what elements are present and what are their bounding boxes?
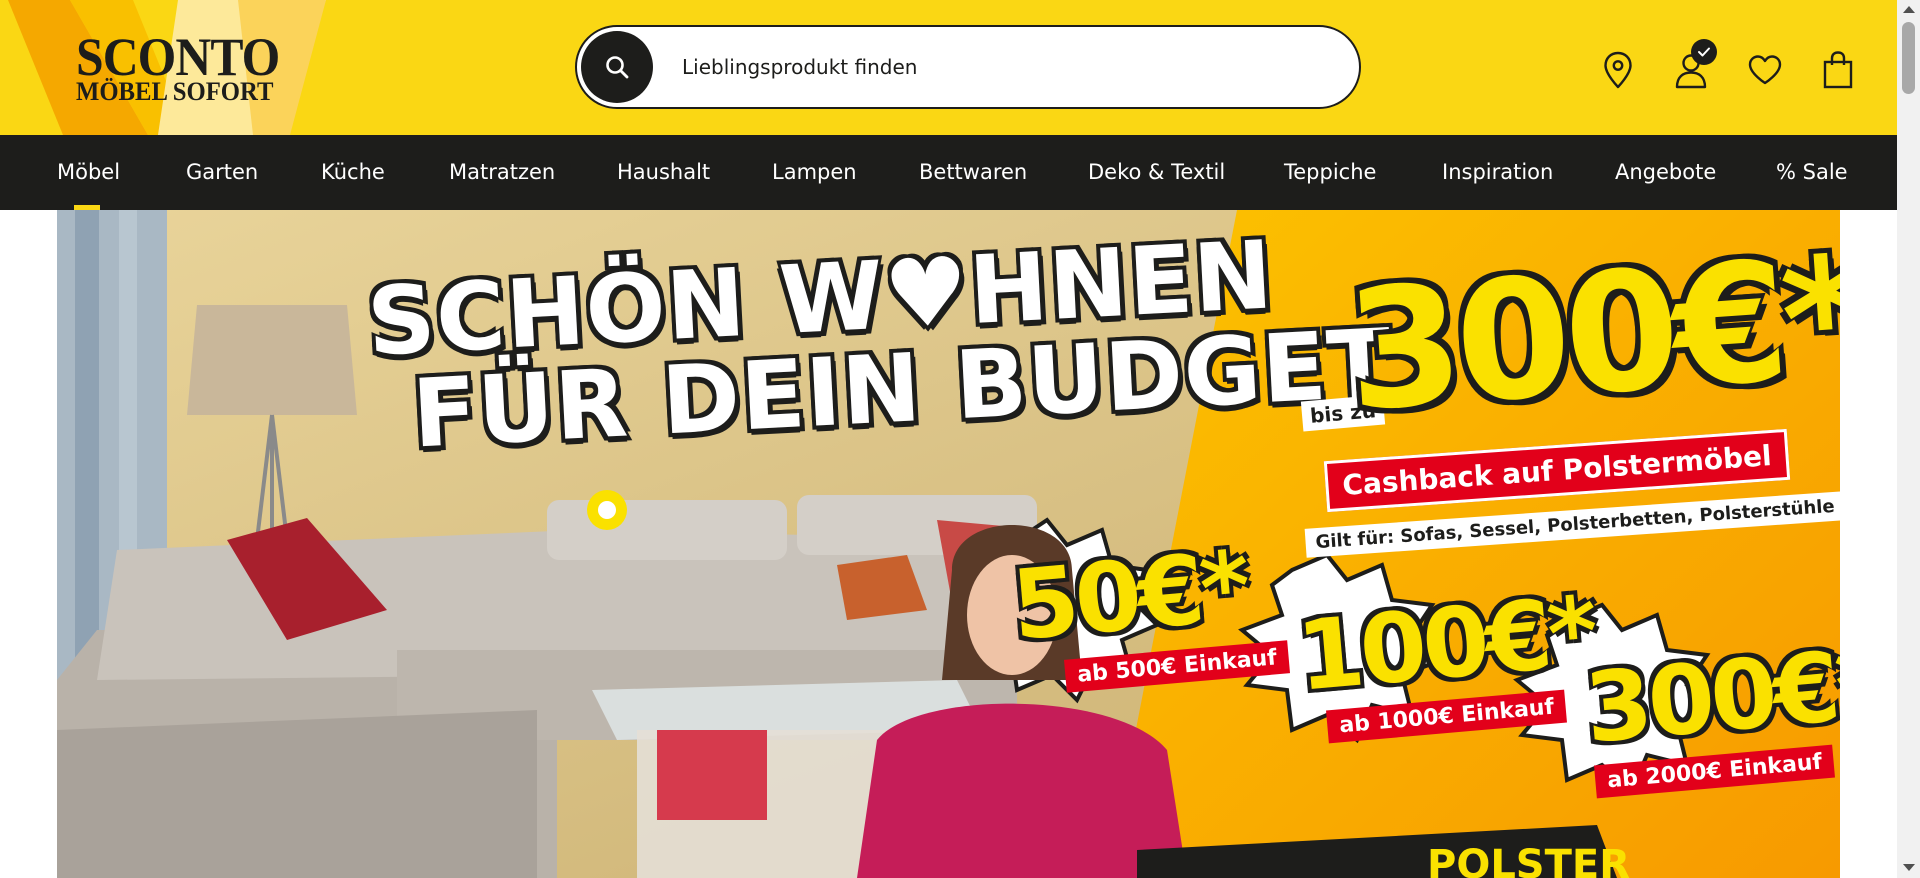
- scrollbar-thumb[interactable]: [1902, 22, 1915, 94]
- heart-icon: [1748, 55, 1782, 85]
- nav-item-garten[interactable]: Garten: [186, 135, 258, 210]
- scroll-up-arrow-icon[interactable]: [1903, 6, 1915, 13]
- logo-tagline: MÖBEL SOFORT: [76, 77, 274, 106]
- nav-item-sale[interactable]: % Sale: [1776, 135, 1848, 210]
- location-pin-icon: [1604, 51, 1632, 89]
- nav-item-kueche[interactable]: Küche: [321, 135, 385, 210]
- nav-item-lampen[interactable]: Lampen: [772, 135, 857, 210]
- nav-item-bettwaren[interactable]: Bettwaren: [919, 135, 1027, 210]
- nav-item-deko-textil[interactable]: Deko & Textil: [1088, 135, 1225, 210]
- hotspot-marker[interactable]: [587, 490, 627, 530]
- wishlist-button[interactable]: [1745, 48, 1785, 92]
- hero-main-amount: 300€*: [1340, 220, 1840, 448]
- search-bar: [575, 25, 1361, 109]
- site-header: SCONTO MÖBEL SOFORT: [0, 0, 1897, 135]
- nav-item-inspiration[interactable]: Inspiration: [1442, 135, 1553, 210]
- user-account-button[interactable]: [1671, 39, 1717, 92]
- page-scrollbar[interactable]: [1897, 0, 1920, 878]
- scroll-down-arrow-icon[interactable]: [1903, 864, 1915, 871]
- hotspot-marker-center: [598, 501, 616, 519]
- tier-amount-1: 50€*: [1007, 529, 1252, 663]
- cart-button[interactable]: [1818, 48, 1858, 92]
- hero-banner[interactable]: SCHÖN W♥HNEN FÜR DEIN BUDGET bis zu 300€…: [57, 210, 1840, 878]
- search-button[interactable]: [581, 31, 653, 103]
- main-navigation: Möbel Garten Küche Matratzen Haushalt La…: [0, 135, 1897, 210]
- nav-item-angebote[interactable]: Angebote: [1615, 135, 1716, 210]
- nav-item-haushalt[interactable]: Haushalt: [617, 135, 710, 210]
- search-icon: [606, 56, 629, 79]
- nav-item-moebel[interactable]: Möbel: [57, 135, 120, 210]
- checkmark-icon: [1698, 47, 1710, 57]
- nav-item-teppiche[interactable]: Teppiche: [1284, 135, 1376, 210]
- sconto-logo[interactable]: SCONTO MÖBEL SOFORT: [8, 0, 328, 135]
- search-input[interactable]: [682, 41, 1322, 93]
- store-locator-button[interactable]: [1598, 48, 1638, 92]
- logged-in-badge: [1691, 39, 1717, 65]
- hero-bottom-text: POLSTER: [1427, 842, 1631, 878]
- nav-item-matratzen[interactable]: Matratzen: [449, 135, 555, 210]
- shopping-bag-icon: [1823, 51, 1853, 89]
